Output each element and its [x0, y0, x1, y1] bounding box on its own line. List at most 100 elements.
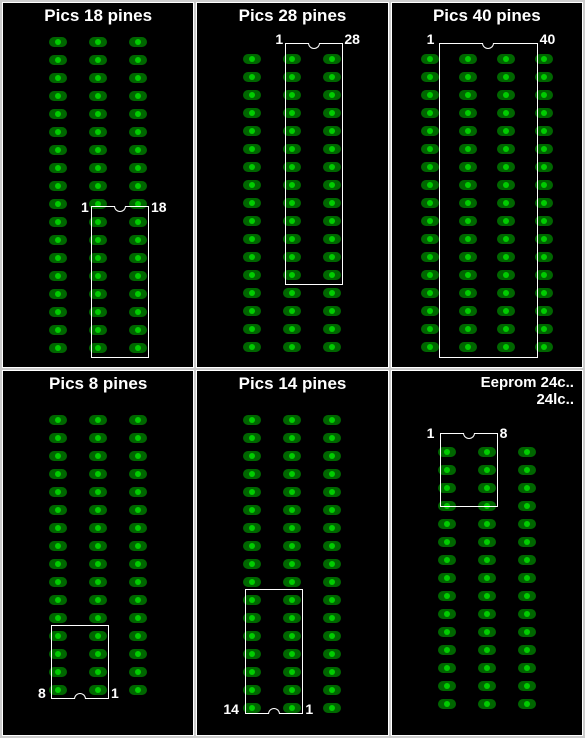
solder-pad — [243, 451, 261, 461]
solder-pad — [129, 613, 147, 623]
solder-pad — [438, 681, 456, 691]
solder-pad — [89, 469, 107, 479]
solder-pad — [49, 505, 67, 515]
solder-pad — [518, 555, 536, 565]
solder-pad — [478, 573, 496, 583]
pad-row — [197, 411, 387, 429]
solder-pad — [283, 342, 301, 352]
solder-pad — [421, 162, 439, 172]
solder-pad — [421, 180, 439, 190]
pad-row — [197, 555, 387, 573]
solder-pad — [243, 54, 261, 64]
solder-pad — [49, 325, 67, 335]
solder-pad — [518, 681, 536, 691]
solder-pad — [49, 199, 67, 209]
solder-pad — [89, 541, 107, 551]
pad-row — [3, 591, 193, 609]
solder-pad — [478, 681, 496, 691]
solder-pad — [518, 447, 536, 457]
pin-label-8: 8 — [500, 425, 508, 441]
solder-pad — [323, 288, 341, 298]
solder-pad — [283, 415, 301, 425]
title-pics-8: Pics 8 pines — [3, 371, 193, 394]
solder-pad — [49, 541, 67, 551]
solder-pad — [243, 523, 261, 533]
solder-pad — [129, 487, 147, 497]
solder-pad — [89, 37, 107, 47]
solder-pad — [283, 523, 301, 533]
solder-pad — [438, 537, 456, 547]
solder-pad — [243, 559, 261, 569]
pad-row — [3, 51, 193, 69]
solder-pad — [438, 627, 456, 637]
pad-row — [392, 533, 582, 551]
notch-icon — [463, 433, 475, 439]
solder-pad — [89, 181, 107, 191]
pad-row — [197, 537, 387, 555]
solder-pad — [89, 91, 107, 101]
solder-pad — [421, 126, 439, 136]
pin-label-14: 14 — [223, 701, 239, 717]
solder-pad — [129, 181, 147, 191]
solder-pad — [478, 627, 496, 637]
solder-pad — [243, 288, 261, 298]
pad-row — [392, 623, 582, 641]
solder-pad — [49, 37, 67, 47]
solder-pad — [438, 609, 456, 619]
solder-pad — [243, 90, 261, 100]
cell-pics-8: Pics 8 pines 8 1 — [2, 370, 194, 736]
pad-row — [392, 695, 582, 713]
solder-pad — [518, 465, 536, 475]
ic-outline-8 — [51, 625, 109, 699]
solder-pad — [421, 144, 439, 154]
solder-pad — [243, 216, 261, 226]
solder-pad — [129, 91, 147, 101]
pad-row — [3, 519, 193, 537]
solder-pad — [49, 577, 67, 587]
solder-pad — [49, 433, 67, 443]
solder-pad — [323, 324, 341, 334]
pad-row — [3, 33, 193, 51]
solder-pad — [243, 198, 261, 208]
solder-pad — [89, 55, 107, 65]
solder-pad — [243, 577, 261, 587]
pin-label-1: 1 — [305, 701, 313, 717]
notch-icon — [74, 693, 86, 699]
solder-pad — [49, 181, 67, 191]
solder-pad — [438, 573, 456, 583]
solder-pad — [89, 433, 107, 443]
solder-pad — [283, 433, 301, 443]
solder-pad — [243, 144, 261, 154]
solder-pad — [283, 541, 301, 551]
solder-pad — [283, 451, 301, 461]
solder-pad — [129, 451, 147, 461]
solder-pad — [243, 487, 261, 497]
solder-pad — [438, 555, 456, 565]
title-pics-40: Pics 40 pines — [392, 3, 582, 26]
solder-pad — [49, 109, 67, 119]
pin-label-40: 40 — [540, 31, 556, 47]
solder-pad — [89, 73, 107, 83]
solder-pad — [323, 487, 341, 497]
pad-row — [197, 320, 387, 338]
solder-pad — [129, 523, 147, 533]
ic-outline-18 — [91, 206, 149, 358]
solder-pad — [518, 663, 536, 673]
solder-pad — [283, 469, 301, 479]
solder-pad — [129, 109, 147, 119]
solder-pad — [243, 433, 261, 443]
pad-row — [3, 123, 193, 141]
solder-pad — [478, 537, 496, 547]
solder-pad — [438, 519, 456, 529]
solder-pad — [421, 234, 439, 244]
solder-pad — [129, 577, 147, 587]
solder-pad — [421, 216, 439, 226]
pad-row — [3, 177, 193, 195]
cell-eeprom: Eeprom 24c.. 24lc.. 1 8 — [391, 370, 583, 736]
solder-pad — [129, 505, 147, 515]
solder-pad — [323, 667, 341, 677]
solder-pad — [129, 127, 147, 137]
pad-row — [3, 537, 193, 555]
solder-pad — [49, 343, 67, 353]
solder-pad — [283, 559, 301, 569]
